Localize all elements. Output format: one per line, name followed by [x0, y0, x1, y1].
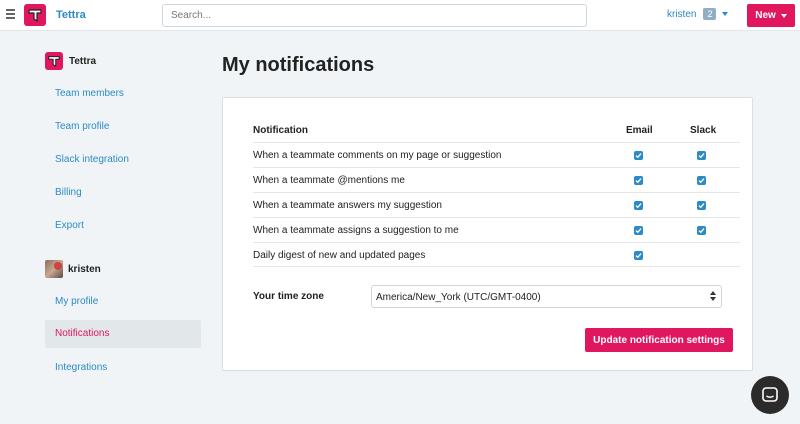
- notification-label: When a teammate answers my suggestion: [253, 200, 442, 211]
- user-menu[interactable]: kristen 2: [667, 8, 729, 20]
- check-icon: [698, 228, 705, 234]
- top-bar: Tettra kristen 2 New: [0, 0, 800, 31]
- tettra-logo-icon[interactable]: [24, 4, 46, 26]
- notification-settings-card: Notification Email Slack When a teammate…: [222, 97, 753, 371]
- sidebar-item-slack-integration[interactable]: Slack integration: [55, 154, 129, 165]
- check-icon: [635, 178, 642, 184]
- column-header-slack: Slack: [690, 125, 717, 136]
- table-row: When a teammate assigns a suggestion to …: [253, 217, 740, 242]
- notification-label: When a teammate @mentions me: [253, 175, 405, 186]
- check-icon: [635, 228, 642, 234]
- check-icon: [698, 153, 705, 159]
- sidebar-user: kristen: [45, 260, 101, 278]
- new-button[interactable]: New: [747, 4, 795, 27]
- check-icon: [635, 203, 642, 209]
- check-icon: [635, 253, 642, 259]
- timezone-select[interactable]: America/New_York (UTC/GMT-0400): [371, 285, 722, 308]
- chat-launcher-button[interactable]: [751, 376, 789, 414]
- sidebar-item-export[interactable]: Export: [55, 220, 84, 231]
- email-checkbox[interactable]: [634, 201, 643, 210]
- sidebar-org-name: Tettra: [69, 55, 97, 67]
- user-menu-name[interactable]: kristen: [667, 9, 696, 20]
- column-header-email: Email: [626, 125, 653, 136]
- brand-name[interactable]: Tettra: [56, 9, 86, 21]
- slack-checkbox[interactable]: [697, 151, 706, 160]
- new-button-label: New: [755, 10, 776, 21]
- caret-down-icon: [780, 13, 787, 18]
- caret-down-icon[interactable]: [722, 12, 729, 16]
- sidebar-item-notifications[interactable]: Notifications: [45, 320, 201, 348]
- sidebar-user-name: kristen: [68, 263, 101, 275]
- table-row: When a teammate answers my suggestion: [253, 192, 740, 217]
- notification-label: When a teammate comments on my page or s…: [253, 150, 502, 161]
- sidebar-item-team-members[interactable]: Team members: [55, 88, 124, 99]
- chat-icon: [762, 387, 778, 402]
- notification-label: Daily digest of new and updated pages: [253, 250, 426, 261]
- check-icon: [698, 178, 705, 184]
- email-checkbox[interactable]: [634, 176, 643, 185]
- search-input[interactable]: [162, 4, 587, 27]
- timezone-label: Your time zone: [253, 291, 324, 302]
- page-title: My notifications: [222, 54, 375, 76]
- tettra-logo-icon: [45, 52, 63, 70]
- table-row: When a teammate @mentions me: [253, 167, 740, 192]
- sidebar-item-billing[interactable]: Billing: [55, 187, 82, 198]
- sidebar-org: Tettra: [45, 52, 96, 70]
- sidebar-item-integrations[interactable]: Integrations: [55, 362, 107, 373]
- slack-checkbox[interactable]: [697, 176, 706, 185]
- email-checkbox[interactable]: [634, 151, 643, 160]
- slack-checkbox[interactable]: [697, 226, 706, 235]
- notification-label: When a teammate assigns a suggestion to …: [253, 225, 459, 236]
- hamburger-icon[interactable]: [6, 9, 15, 19]
- slack-checkbox[interactable]: [697, 201, 706, 210]
- column-header-notification: Notification: [253, 125, 308, 136]
- update-notification-settings-button[interactable]: Update notification settings: [585, 328, 733, 352]
- check-icon: [698, 203, 705, 209]
- table-row: Daily digest of new and updated pages: [253, 242, 740, 267]
- sidebar-item-my-profile[interactable]: My profile: [55, 296, 98, 307]
- table-row: When a teammate comments on my page or s…: [253, 142, 740, 167]
- select-arrows-icon: [710, 291, 716, 301]
- sidebar-item-team-profile[interactable]: Team profile: [55, 121, 109, 132]
- sidebar-item-label: Notifications: [55, 328, 110, 339]
- email-checkbox[interactable]: [634, 226, 643, 235]
- check-icon: [635, 153, 642, 159]
- timezone-value: America/New_York (UTC/GMT-0400): [376, 292, 541, 303]
- notification-count-badge: 2: [703, 8, 717, 20]
- avatar: [45, 260, 63, 278]
- email-checkbox[interactable]: [634, 251, 643, 260]
